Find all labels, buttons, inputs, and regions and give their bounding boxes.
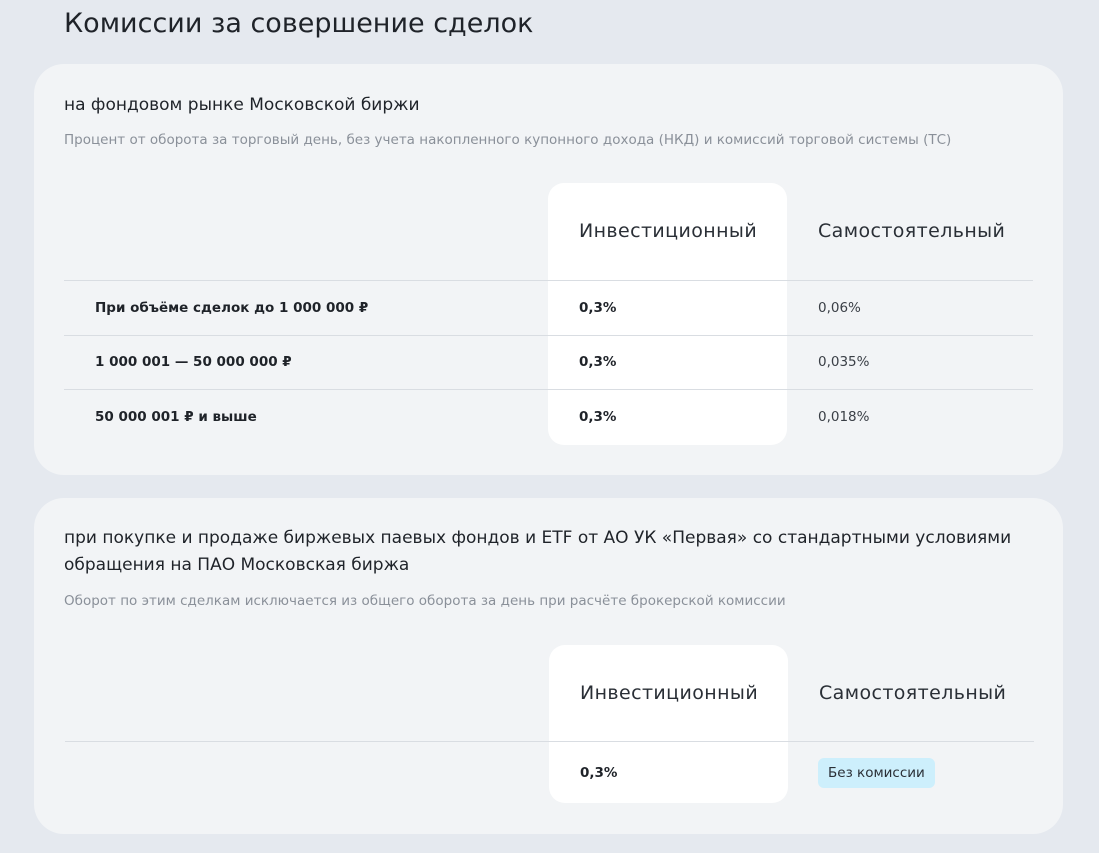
- self-value: 0,035%: [818, 354, 870, 370]
- column-header-investment: Инвестиционный: [579, 220, 758, 242]
- commission-card-moex: на фондовом рынке Московской биржи Проце…: [34, 64, 1063, 475]
- investment-value: 0,3%: [579, 300, 617, 316]
- self-value: 0,06%: [818, 300, 861, 316]
- card-title: на фондовом рынке Московской биржи: [64, 95, 420, 115]
- card-title: при покупке и продаже биржевых паевых фо…: [64, 528, 1012, 575]
- column-header-self: Самостоятельный: [819, 682, 1007, 704]
- card-description: Оборот по этим сделкам исключается из об…: [64, 593, 786, 609]
- page-title: Комиссии за совершение сделок: [64, 8, 534, 39]
- no-commission-badge: Без комиссии: [818, 758, 935, 788]
- table-divider: [64, 280, 1033, 281]
- column-header-investment: Инвестиционный: [580, 682, 759, 704]
- row-label: 1 000 001 — 50 000 000 ₽: [95, 354, 292, 370]
- self-value: 0,018%: [818, 409, 870, 425]
- card-description: Процент от оборота за торговый день, без…: [64, 132, 952, 148]
- column-header-self: Самостоятельный: [818, 220, 1006, 242]
- row-label: При объёме сделок до 1 000 000 ₽: [95, 300, 369, 316]
- row-label: 50 000 001 ₽ и выше: [95, 409, 257, 425]
- table-divider: [64, 335, 1033, 336]
- investment-value: 0,3%: [579, 409, 617, 425]
- investment-value: 0,3%: [580, 765, 618, 781]
- commission-card-etf: при покупке и продаже биржевых паевых фо…: [34, 498, 1063, 834]
- investment-value: 0,3%: [579, 354, 617, 370]
- table-divider: [64, 389, 1033, 390]
- table-divider: [65, 741, 1034, 742]
